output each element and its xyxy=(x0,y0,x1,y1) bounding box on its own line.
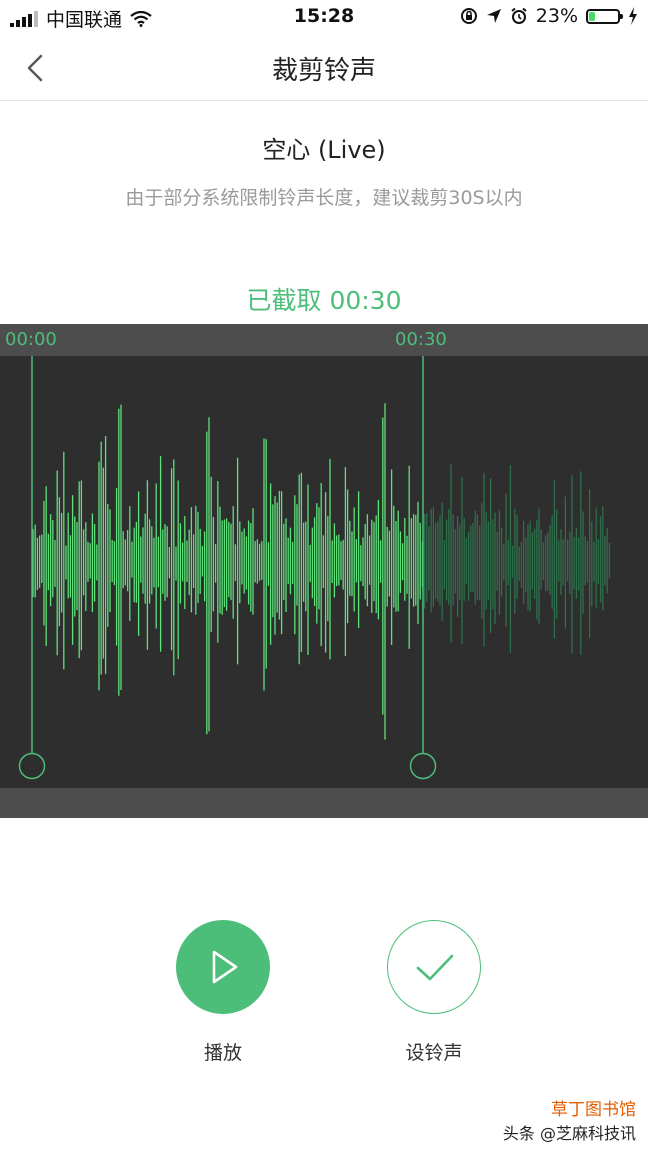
page-title: 裁剪铃声 xyxy=(271,56,376,86)
waveform-panel[interactable]: 00:00 00:30 xyxy=(0,324,648,818)
play-label: 播放 xyxy=(203,1042,242,1064)
orientation-lock-icon xyxy=(460,8,477,24)
watermark-prefix: 头条 xyxy=(502,1124,535,1143)
end-handle[interactable] xyxy=(409,752,437,780)
location-icon xyxy=(486,9,501,23)
song-title: 空心 (Live) xyxy=(262,136,386,164)
alarm-icon xyxy=(511,7,527,24)
set-ringtone-button[interactable] xyxy=(387,920,481,1014)
start-handle[interactable] xyxy=(18,752,46,780)
controls: 播放 设铃声 xyxy=(0,920,648,1080)
charging-icon xyxy=(629,7,637,25)
watermark: 草丁图书馆 头条 @芝麻科技讯 xyxy=(503,1095,636,1144)
set-ringtone-control: 设铃声 xyxy=(364,920,504,1065)
checkmark-icon xyxy=(416,954,453,981)
waveform-graph[interactable] xyxy=(0,324,648,818)
set-ringtone-label: 设铃声 xyxy=(405,1042,463,1064)
end-time-label: 00:30 xyxy=(395,329,447,350)
start-time-label: 00:00 xyxy=(5,329,57,350)
play-icon xyxy=(212,950,238,984)
clip-length-label: 已截取 00:30 xyxy=(246,286,402,315)
status-bar: 中国联通 15:28 23% xyxy=(0,0,648,34)
battery-icon xyxy=(586,8,623,24)
play-control: 播放 xyxy=(153,920,293,1065)
watermark-brand: 草丁图书馆 xyxy=(551,1100,636,1120)
watermark-handle: @芝麻科技讯 xyxy=(539,1124,636,1143)
waveform-lines xyxy=(32,403,611,740)
play-button[interactable] xyxy=(176,920,270,1014)
nav-bar: 裁剪铃声 xyxy=(0,34,648,101)
length-hint: 由于部分系统限制铃声长度，建议裁剪30S以内 xyxy=(125,187,523,209)
battery-percent: 23% xyxy=(535,5,578,27)
